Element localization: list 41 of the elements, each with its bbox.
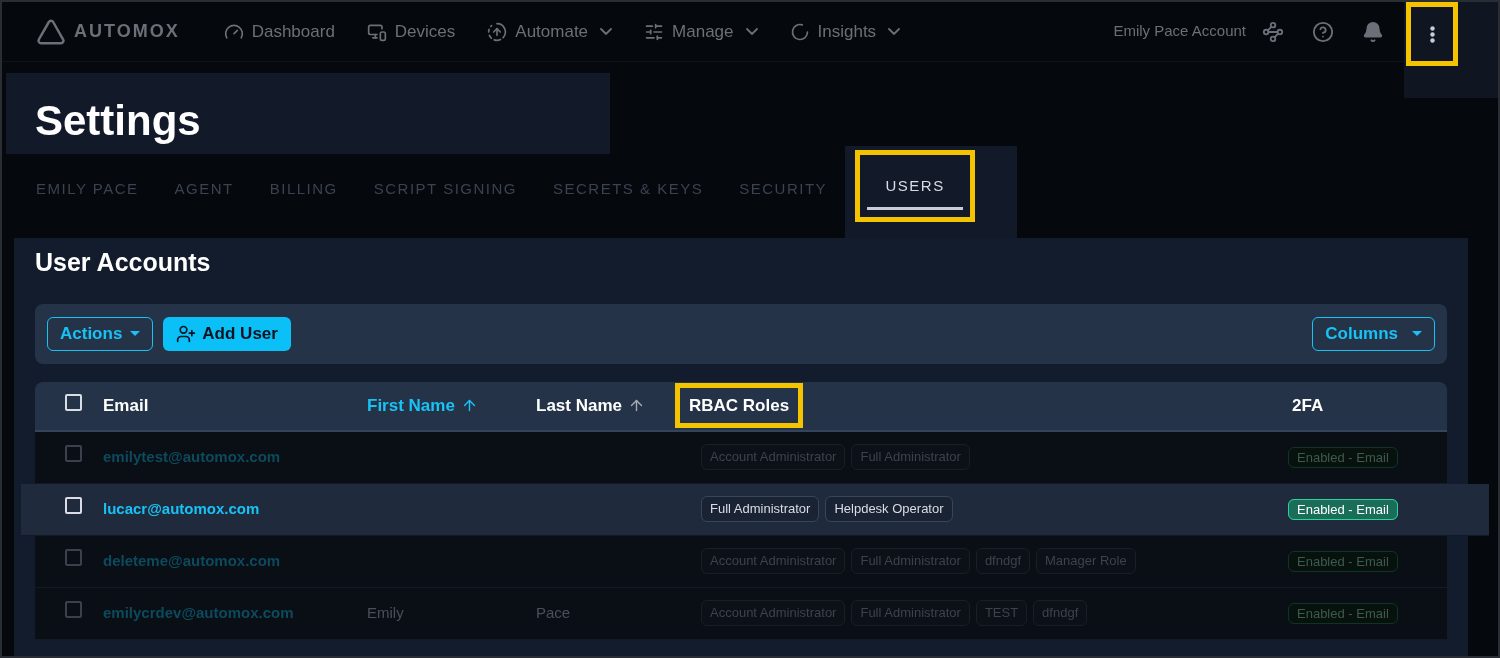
account-name: Emily Pace Account	[1113, 21, 1246, 42]
page-title: Settings	[35, 96, 201, 146]
columns-dropdown[interactable]: Columns	[1312, 316, 1435, 351]
actions-dropdown[interactable]: Actions	[47, 316, 154, 351]
nav-link[interactable]: Automate	[487, 18, 613, 45]
column-header[interactable]: 2FA	[1292, 392, 1324, 419]
nav-link[interactable]: Manage	[644, 18, 758, 45]
column-header[interactable]: First Name	[367, 392, 478, 419]
brand-name: AUTOMOX	[74, 20, 180, 43]
menu-icon	[1429, 25, 1435, 43]
column-header[interactable]: Last Name	[536, 392, 645, 419]
email-link[interactable]: lucacr@automox.com	[103, 497, 367, 521]
loader-icon	[789, 21, 810, 42]
checkbox[interactable]	[65, 445, 82, 462]
twofa-status: Enabled - Email	[1288, 551, 1398, 572]
nav-link[interactable]: Devices	[366, 18, 456, 45]
column-header[interactable]: RBAC Roles	[675, 382, 804, 429]
nav-link[interactable]: Dashboard	[223, 18, 335, 45]
column-header[interactable]: Email	[103, 392, 149, 419]
checkbox[interactable]	[65, 601, 82, 618]
help-icon[interactable]	[1312, 20, 1334, 43]
role-tag: Full Administrator	[701, 496, 820, 522]
role-tag: Helpdesk Operator	[825, 496, 953, 522]
caret-icon	[130, 331, 141, 336]
add-user-button[interactable]: Add User	[163, 316, 291, 351]
section-title: User Accounts	[35, 247, 212, 278]
caret-icon	[1412, 331, 1422, 336]
twofa-status: Enabled - Email	[1288, 603, 1398, 624]
bell-icon[interactable]	[1362, 20, 1384, 43]
first-name: Emily	[367, 604, 404, 621]
twofa-status: Enabled - Email	[1288, 499, 1398, 520]
add-user-icon	[176, 323, 197, 344]
circle-arrow-icon	[487, 21, 508, 42]
sort-arrow-icon	[628, 397, 645, 414]
network-icon[interactable]	[1262, 20, 1284, 43]
checkbox[interactable]	[65, 549, 82, 566]
menu-button[interactable]	[1406, 2, 1458, 66]
nav-link[interactable]: Insights	[789, 18, 901, 45]
twofa-status: Enabled - Email	[1288, 447, 1398, 468]
sliders-icon	[644, 21, 665, 42]
last-name: Pace	[536, 604, 571, 621]
